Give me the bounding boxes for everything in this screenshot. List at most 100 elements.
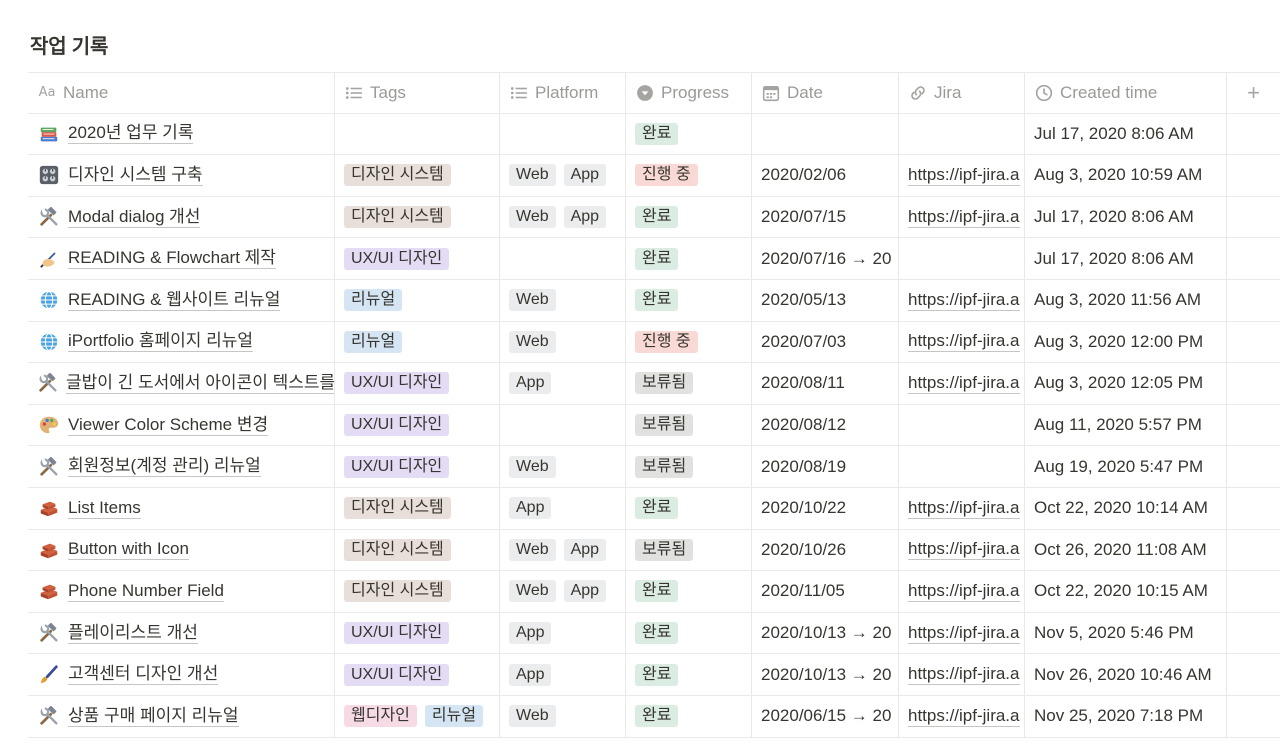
page-title-link[interactable]: 고객센터 디자인 개선 <box>68 664 219 686</box>
jira-link[interactable]: https://ipf-jira.a <box>908 165 1020 186</box>
cell-tags[interactable]: UX/UI 디자인 <box>335 238 500 279</box>
table-row[interactable]: 디자인 시스템 구축 디자인 시스템 Web App 진행 중 2020/02/06 htt… <box>28 155 1280 197</box>
add-property-button[interactable]: + <box>1227 73 1280 113</box>
cell-jira[interactable]: https://ipf-jira.a <box>899 695 1025 737</box>
cell-name[interactable]: 2020년 업무 기록 <box>28 113 335 155</box>
cell-jira[interactable] <box>899 446 1025 487</box>
cell-jira[interactable]: https://ipf-jira.a <box>899 363 1025 404</box>
jira-link[interactable]: https://ipf-jira.a <box>908 498 1020 519</box>
cell-tags[interactable]: 디자인 시스템 <box>335 196 500 238</box>
cell-name[interactable]: 고객센터 디자인 개선 <box>28 654 335 695</box>
jira-link[interactable]: https://ipf-jira.a <box>908 581 1020 602</box>
page-title-link[interactable]: List Items <box>68 498 141 519</box>
cell-progress[interactable]: 진행 중 <box>626 321 752 363</box>
cell-date[interactable]: 2020/10/26 <box>752 529 899 571</box>
table-row[interactable]: 상품 구매 페이지 리뉴얼 웹디자인 리뉴얼 Web 완료 2020/06/15 → 20… <box>28 695 1280 738</box>
cell-name[interactable]: 플레이리스트 개선 <box>28 612 335 654</box>
cell-name[interactable]: Button with Icon <box>28 529 335 571</box>
cell-platform[interactable]: Web App <box>500 571 626 612</box>
jira-link[interactable]: https://ipf-jira.a <box>908 373 1020 394</box>
cell-progress[interactable]: 진행 중 <box>626 155 752 196</box>
page-title-link[interactable]: 상품 구매 페이지 리뉴얼 <box>68 706 239 727</box>
cell-tags[interactable]: 리뉴얼 <box>335 321 500 363</box>
cell-tags[interactable]: UX/UI 디자인 <box>335 404 500 446</box>
page-title-link[interactable]: Viewer Color Scheme 변경 <box>68 415 269 436</box>
cell-name[interactable]: 회원정보(계정 관리) 리뉴얼 <box>28 446 335 487</box>
cell-name[interactable]: READING & Flowchart 제작 <box>28 238 335 279</box>
cell-tags[interactable]: 디자인 시스템 <box>335 571 500 612</box>
cell-progress[interactable]: 완료 <box>626 196 752 238</box>
cell-jira[interactable]: https://ipf-jira.a <box>899 612 1025 654</box>
page-title-link[interactable]: Phone Number Field <box>68 581 224 602</box>
cell-tags[interactable]: 디자인 시스템 <box>335 529 500 571</box>
cell-name[interactable]: Modal dialog 개선 <box>28 196 335 238</box>
page-title-link[interactable]: 회원정보(계정 관리) 리뉴얼 <box>68 456 261 478</box>
cell-platform[interactable] <box>500 113 626 155</box>
cell-jira[interactable]: https://ipf-jira.a <box>899 321 1025 363</box>
cell-jira[interactable]: https://ipf-jira.a <box>899 196 1025 238</box>
cell-name[interactable]: READING & 웹사이트 리뉴얼 <box>28 279 335 321</box>
cell-date[interactable]: 2020/07/16 → 20 <box>752 238 899 279</box>
table-row[interactable]: 글밥이 긴 도서에서 아이콘이 텍스트를 UX/UI 디자인 App 보류됨 2020/… <box>28 363 1280 405</box>
table-row[interactable]: Phone Number Field 디자인 시스템 Web App 완료 2020/11… <box>28 571 1280 613</box>
cell-date[interactable] <box>752 113 899 155</box>
page-title-link[interactable]: iPortfolio 홈페이지 리뉴얼 <box>68 331 254 353</box>
jira-link[interactable]: https://ipf-jira.a <box>908 207 1020 228</box>
cell-jira[interactable]: https://ipf-jira.a <box>899 155 1025 196</box>
cell-date[interactable]: 2020/08/12 <box>752 404 899 446</box>
jira-link[interactable]: https://ipf-jira.a <box>908 290 1020 311</box>
cell-date[interactable]: 2020/05/13 <box>752 279 899 321</box>
cell-platform[interactable] <box>500 404 626 446</box>
table-row[interactable]: 2020년 업무 기록 완료 Jul 17, 2020 8:06 AM <box>28 113 1280 156</box>
cell-progress[interactable]: 보류됨 <box>626 363 752 404</box>
cell-platform[interactable]: Web <box>500 279 626 321</box>
page-title-link[interactable]: 플레이리스트 개선 <box>68 623 198 644</box>
page-title-link[interactable]: 디자인 시스템 구축 <box>68 165 203 186</box>
cell-platform[interactable]: App <box>500 654 626 695</box>
cell-name[interactable]: 상품 구매 페이지 리뉴얼 <box>28 695 335 737</box>
table-row[interactable]: READING & 웹사이트 리뉴얼 리뉴얼 Web 완료 2020/05/13 http… <box>28 279 1280 322</box>
cell-date[interactable]: 2020/10/22 <box>752 487 899 529</box>
table-row[interactable]: 고객센터 디자인 개선 UX/UI 디자인 App 완료 2020/10/13 → 20… <box>28 654 1280 696</box>
cell-jira[interactable]: https://ipf-jira.a <box>899 487 1025 529</box>
cell-platform[interactable]: Web <box>500 446 626 487</box>
cell-jira[interactable]: https://ipf-jira.a <box>899 571 1025 612</box>
cell-date[interactable]: 2020/10/13 → 20 <box>752 612 899 654</box>
table-row[interactable]: List Items 디자인 시스템 App 완료 2020/10/22 https://… <box>28 487 1280 530</box>
column-header-progress[interactable]: Progress <box>626 73 752 113</box>
column-header-jira[interactable]: Jira <box>899 73 1025 113</box>
cell-tags[interactable]: 웹디자인 리뉴얼 <box>335 695 500 737</box>
cell-date[interactable]: 2020/10/13 → 20 <box>752 654 899 695</box>
cell-name[interactable]: Viewer Color Scheme 변경 <box>28 404 335 446</box>
cell-name[interactable]: 글밥이 긴 도서에서 아이콘이 텍스트를 <box>28 363 335 404</box>
cell-tags[interactable]: UX/UI 디자인 <box>335 363 500 404</box>
cell-name[interactable]: iPortfolio 홈페이지 리뉴얼 <box>28 321 335 363</box>
table-row[interactable]: 회원정보(계정 관리) 리뉴얼 UX/UI 디자인 Web 보류됨 2020/08/19… <box>28 446 1280 488</box>
cell-date[interactable]: 2020/11/05 <box>752 571 899 612</box>
cell-progress[interactable]: 완료 <box>626 279 752 321</box>
table-row[interactable]: iPortfolio 홈페이지 리뉴얼 리뉴얼 Web 진행 중 2020/07/03 h… <box>28 321 1280 364</box>
cell-tags[interactable]: 리뉴얼 <box>335 279 500 321</box>
cell-tags[interactable] <box>335 113 500 155</box>
cell-jira[interactable] <box>899 113 1025 155</box>
cell-jira[interactable]: https://ipf-jira.a <box>899 529 1025 571</box>
cell-date[interactable]: 2020/08/19 <box>752 446 899 487</box>
cell-progress[interactable]: 완료 <box>626 654 752 695</box>
cell-date[interactable]: 2020/06/15 → 20 <box>752 695 899 737</box>
cell-platform[interactable]: Web App <box>500 196 626 238</box>
cell-platform[interactable]: Web <box>500 695 626 737</box>
cell-date[interactable]: 2020/08/11 <box>752 363 899 404</box>
cell-progress[interactable]: 완료 <box>626 571 752 612</box>
column-header-tags[interactable]: Tags <box>335 73 500 113</box>
jira-link[interactable]: https://ipf-jira.a <box>908 539 1020 561</box>
cell-progress[interactable]: 완료 <box>626 487 752 529</box>
cell-tags[interactable]: UX/UI 디자인 <box>335 612 500 654</box>
table-row[interactable]: Button with Icon 디자인 시스템 Web App 보류됨 2020/10/… <box>28 529 1280 572</box>
page-title-link[interactable]: Modal dialog 개선 <box>68 207 201 228</box>
cell-platform[interactable]: Web <box>500 321 626 363</box>
cell-jira[interactable]: https://ipf-jira.a <box>899 279 1025 321</box>
cell-progress[interactable]: 완료 <box>626 238 752 279</box>
cell-jira[interactable] <box>899 404 1025 446</box>
page-title-link[interactable]: READING & 웹사이트 리뉴얼 <box>68 290 281 311</box>
table-row[interactable]: Viewer Color Scheme 변경 UX/UI 디자인 보류됨 2020/0… <box>28 404 1280 447</box>
